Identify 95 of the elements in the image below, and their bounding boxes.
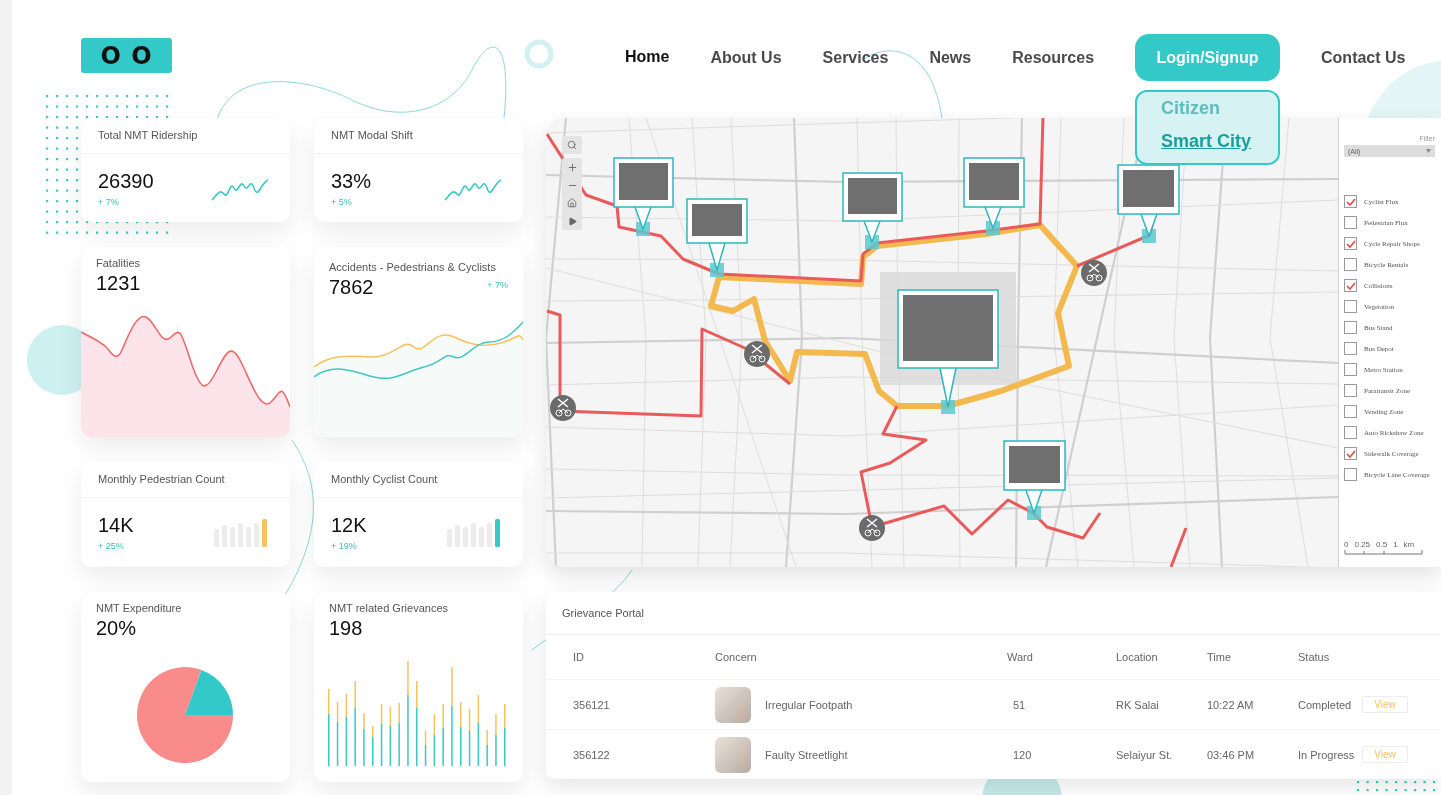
- decorative-ring: [524, 39, 554, 69]
- table-title: Grievance Portal: [546, 592, 1441, 635]
- checkbox[interactable]: [1344, 300, 1357, 313]
- card-title: Monthly Cyclist Count: [314, 462, 523, 498]
- checkbox[interactable]: [1344, 447, 1357, 460]
- card-title: Total NMT Ridership: [81, 118, 290, 154]
- chart-bar: [468, 709, 471, 766]
- bicycle-repair-icon: [550, 395, 576, 421]
- checkbox[interactable]: [1344, 216, 1357, 229]
- chart-bar: [477, 695, 480, 766]
- checkbox[interactable]: [1344, 237, 1357, 250]
- card-title: NMT related Grievances: [328, 601, 449, 614]
- checkbox[interactable]: [1344, 321, 1357, 334]
- chart-bar: [380, 704, 383, 766]
- plus-icon: [566, 161, 578, 173]
- checkbox[interactable]: [1344, 468, 1357, 481]
- route-line: [1169, 527, 1188, 567]
- card-title: Fatalities: [95, 256, 142, 269]
- card-title: Monthly Pedestrian Count: [81, 462, 290, 498]
- bicycle-repair-icon: [744, 341, 770, 367]
- chart-bar: [345, 694, 348, 766]
- table-cell-text: 356122: [573, 748, 611, 761]
- nav-link[interactable]: Resources: [1012, 48, 1095, 67]
- stat-value: 198: [329, 617, 363, 640]
- photo-placeholder: [1009, 446, 1060, 483]
- card-title: Accidents - Pedestrians & Cyclists: [328, 260, 497, 273]
- photo-placeholder: [692, 204, 742, 236]
- bicycle-repair-icon: [859, 515, 885, 541]
- table-cell-text: 51: [1012, 698, 1027, 711]
- checkbox[interactable]: [1344, 384, 1357, 397]
- stat-value: 20%: [96, 617, 137, 640]
- column-header: Time: [1207, 651, 1233, 663]
- bicycle-repair-icon: [1081, 260, 1107, 286]
- logo: O O: [81, 38, 172, 73]
- photo-placeholder: [715, 686, 751, 723]
- photo-placeholder: [848, 178, 897, 214]
- stat-change: + 19%: [331, 541, 358, 551]
- photo-placeholder: [715, 736, 751, 773]
- card-title: NMT Expenditure: [95, 601, 183, 614]
- stat-change: + 5%: [331, 197, 353, 207]
- stat-change: + 25%: [98, 541, 125, 551]
- table-cell-text: Completed: [1298, 698, 1353, 711]
- table-cell-text: 356121: [573, 698, 611, 711]
- scale-label: 0.25: [1354, 540, 1371, 549]
- scale-label: km: [1403, 540, 1415, 549]
- checkbox[interactable]: [1344, 342, 1357, 355]
- table-cell: Irregular Footpath: [765, 698, 853, 711]
- checkbox[interactable]: [1344, 363, 1357, 376]
- scale-label: 0: [1344, 540, 1349, 549]
- column-header: Status: [1298, 651, 1331, 663]
- search-icon: [567, 140, 577, 150]
- stat-value: 7862: [329, 276, 374, 299]
- nav-link[interactable]: Home: [625, 47, 670, 68]
- table-cell: Faulty Streetlight: [765, 748, 848, 761]
- table-cell-text: 10:22 AM: [1207, 698, 1255, 711]
- table-cell-text: 120: [1012, 748, 1033, 761]
- photo-placeholder: [969, 163, 1019, 200]
- chart-bar: [389, 707, 392, 766]
- stat-change: + 7%: [98, 197, 120, 207]
- column-header: ID: [573, 651, 585, 663]
- home-icon: [567, 198, 577, 208]
- nav-link[interactable]: About Us: [710, 48, 782, 67]
- stat-value: 12K: [331, 514, 367, 537]
- nav-link[interactable]: News: [929, 48, 972, 67]
- mini-bar-chart: [214, 518, 270, 547]
- scale-label: 0.5: [1376, 540, 1388, 549]
- checkbox[interactable]: [1344, 195, 1357, 208]
- chart-bar: [336, 702, 339, 766]
- nav-link[interactable]: Services: [822, 48, 889, 67]
- stat-value: 33%: [331, 170, 372, 193]
- column-header: Location: [1116, 651, 1159, 663]
- stat-value: 1231: [96, 272, 141, 295]
- checkbox[interactable]: [1344, 426, 1357, 439]
- card-title: NMT Modal Shift: [314, 118, 523, 154]
- checkbox[interactable]: [1344, 279, 1357, 292]
- checkbox[interactable]: [1344, 258, 1357, 271]
- table-cell-text: Selaiyur St.: [1116, 748, 1174, 761]
- mini-bar-chart: [447, 518, 503, 547]
- stat-value: 14K: [98, 514, 134, 537]
- play-icon: [567, 216, 577, 226]
- table-cell-text: RK Salai: [1116, 698, 1160, 711]
- table-cell-text: In Progress: [1298, 748, 1356, 761]
- stat-value: 26390: [98, 170, 154, 193]
- photo-placeholder: [619, 163, 668, 200]
- chart-bar: [433, 714, 436, 766]
- table-cell-text: 03:46 PM: [1207, 748, 1256, 761]
- caret-icon: [1426, 149, 1431, 153]
- column-header: Concern: [715, 651, 758, 663]
- photo-placeholder: [1123, 170, 1174, 207]
- stat-change: + 7%: [487, 280, 508, 290]
- checkbox[interactable]: [1344, 405, 1357, 418]
- nav-link[interactable]: Contact Us: [1321, 48, 1406, 67]
- column-header: Ward: [1007, 651, 1034, 663]
- scale-label: 1: [1393, 540, 1398, 549]
- chart-bar: [424, 731, 427, 766]
